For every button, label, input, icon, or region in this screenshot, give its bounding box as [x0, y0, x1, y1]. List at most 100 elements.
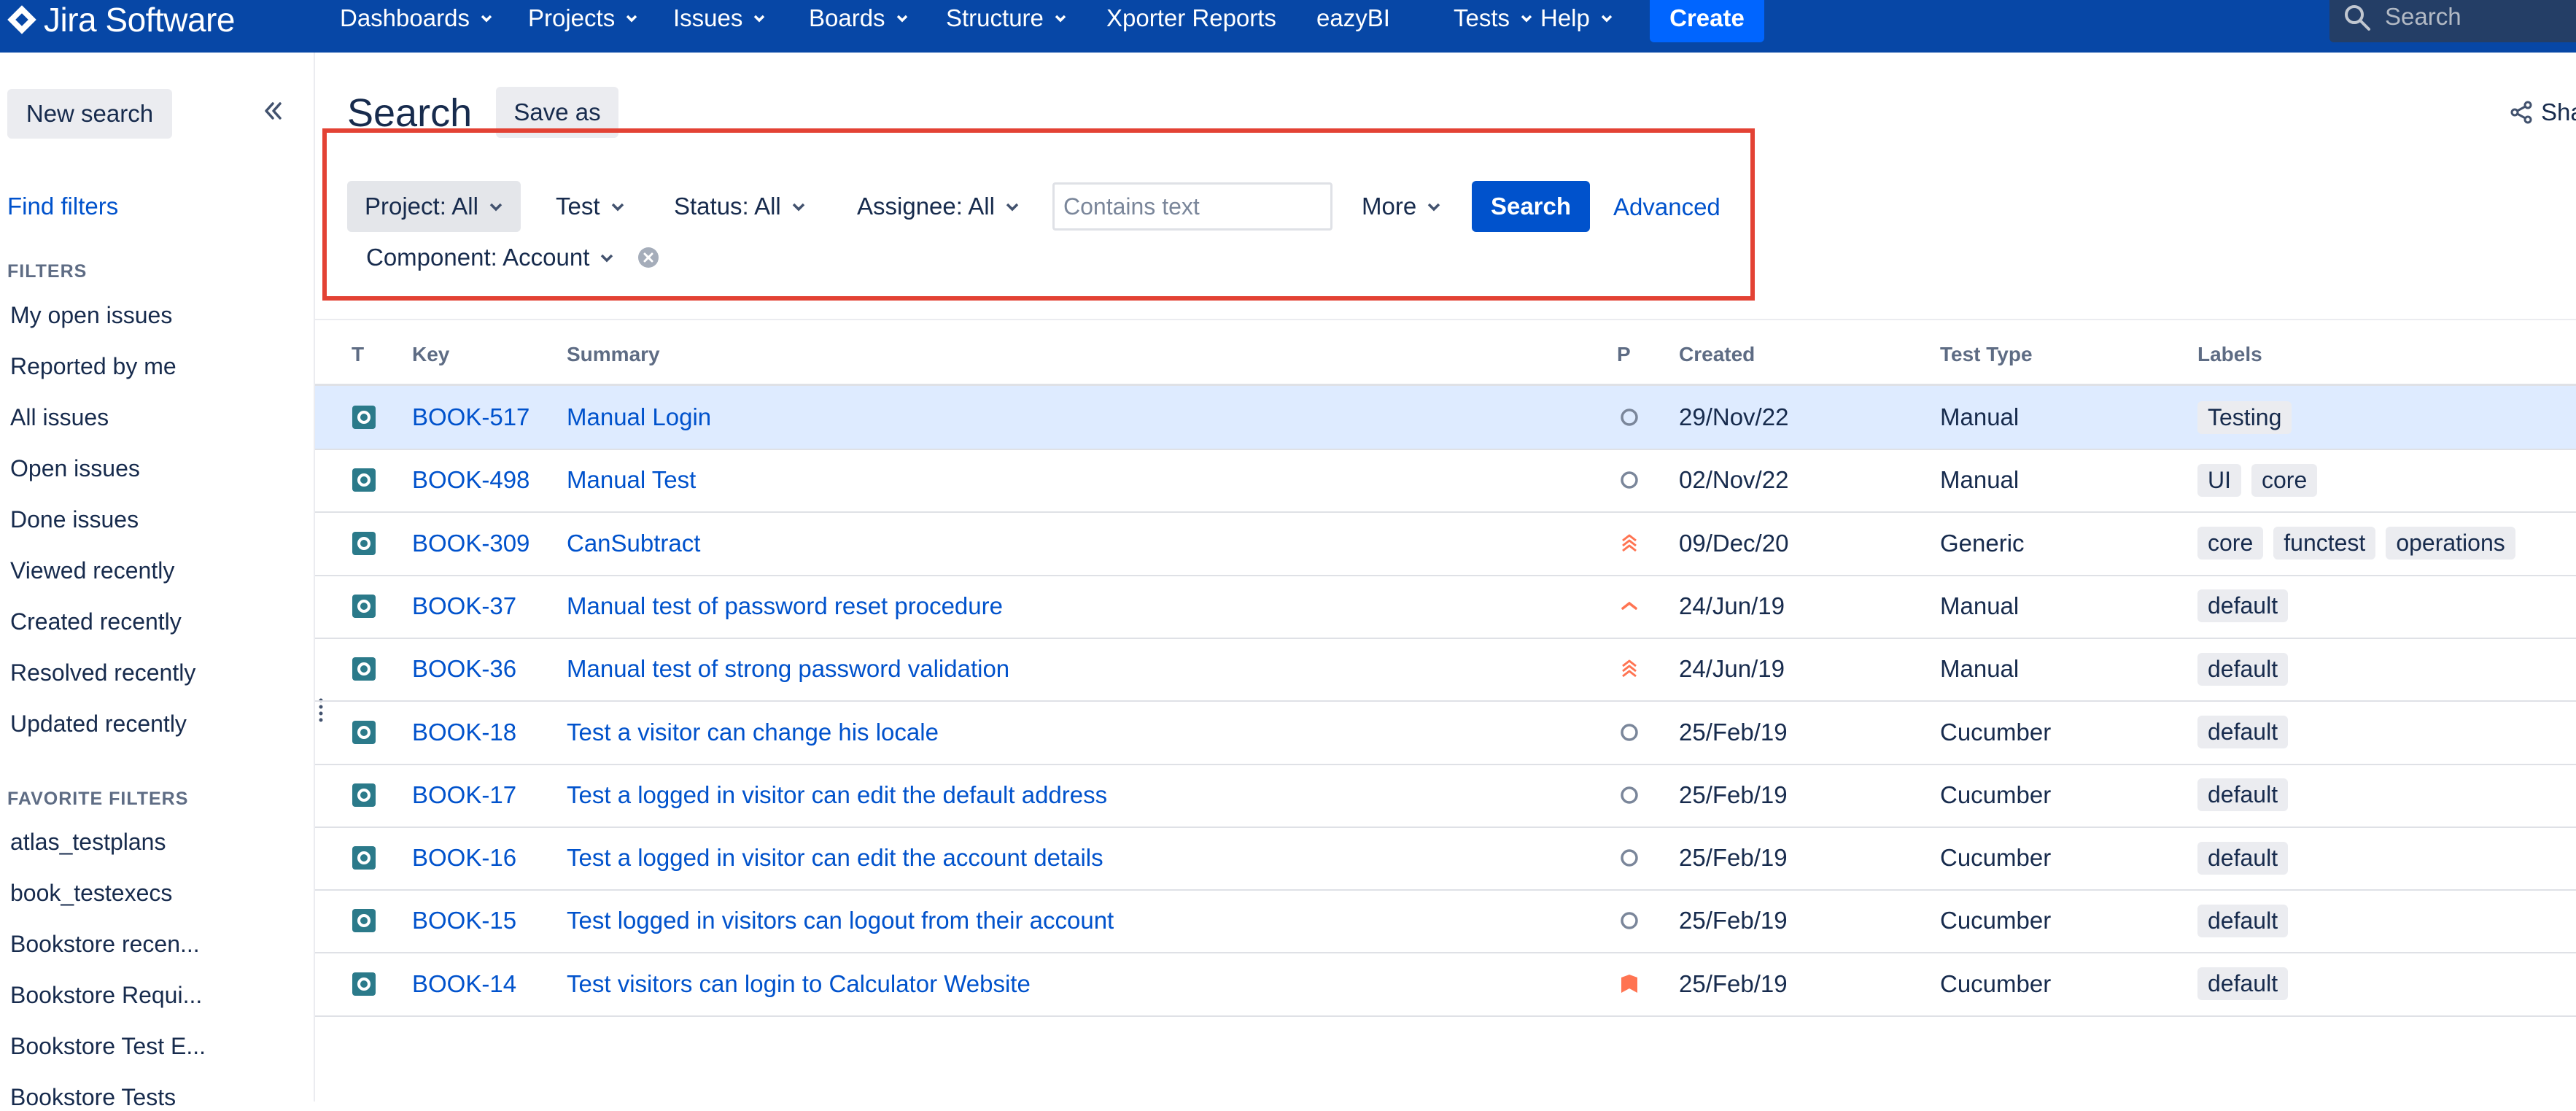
find-filters-link[interactable]: Find filters: [7, 193, 118, 220]
clear-filter-icon[interactable]: [637, 247, 659, 268]
issue-key-link[interactable]: BOOK-517: [412, 386, 529, 449]
sidebar-filter-link[interactable]: Viewed recently: [10, 557, 174, 584]
sidebar-filter-link[interactable]: Reported by me: [10, 353, 176, 380]
jira-logo[interactable]: Jira Software: [6, 0, 235, 39]
nav-xporter-reports[interactable]: Xporter Reports: [1106, 0, 1276, 36]
label-tag[interactable]: default: [2197, 716, 2289, 748]
table-row[interactable]: BOOK-17 Test a logged in visitor can edit…: [315, 764, 2576, 828]
label-tag[interactable]: default: [2197, 841, 2289, 875]
issue-summary-link[interactable]: Manual test of password reset procedure: [567, 575, 1003, 638]
table-row[interactable]: BOOK-15 Test logged in visitors can logou…: [315, 889, 2576, 954]
table-row[interactable]: BOOK-18 Test a visitor can change his loc…: [315, 701, 2576, 765]
test-issue-type-icon: [352, 972, 376, 996]
create-button[interactable]: Create: [1650, 0, 1764, 42]
sidebar-filter-link[interactable]: Resolved recently: [10, 659, 195, 686]
label-tag[interactable]: default: [2197, 652, 2289, 686]
sidebar-filter-link[interactable]: All issues: [10, 404, 109, 431]
status-filter[interactable]: Status: All: [674, 181, 806, 232]
sidebar-filter-link[interactable]: Open issues: [10, 455, 140, 482]
sidebar-filter-link[interactable]: My open issues: [10, 302, 172, 329]
test-type-value: Cucumber: [1940, 718, 2052, 746]
more-filter[interactable]: More: [1362, 181, 1441, 232]
label-tag[interactable]: Testing: [2197, 400, 2292, 434]
column-header-key[interactable]: Key: [412, 343, 449, 366]
issue-key-link[interactable]: BOOK-17: [412, 764, 516, 827]
column-header-summary[interactable]: Summary: [567, 343, 660, 366]
nav-boards[interactable]: Boards: [809, 0, 909, 36]
sidebar-favorite-link[interactable]: Bookstore Requi...: [10, 982, 202, 1009]
issue-summary-link[interactable]: Test a logged in visitor can edit the ac…: [567, 827, 1103, 889]
new-search-button[interactable]: New search: [7, 89, 172, 139]
column-header-test-type[interactable]: Test Type: [1940, 343, 2033, 366]
advanced-search-link[interactable]: Advanced: [1613, 193, 1720, 221]
sidebar-filter-link[interactable]: Created recently: [10, 608, 182, 635]
issue-key-link[interactable]: BOOK-37: [412, 575, 516, 638]
assignee-filter[interactable]: Assignee: All: [857, 181, 1020, 232]
label-tag[interactable]: core: [2197, 527, 2264, 560]
issue-key-link[interactable]: BOOK-16: [412, 827, 516, 889]
column-header-labels[interactable]: Labels: [2197, 343, 2262, 366]
nav-projects[interactable]: Projects: [528, 0, 638, 36]
column-header-type[interactable]: T: [352, 343, 364, 366]
share-button[interactable]: Sha: [2509, 98, 2576, 126]
table-row[interactable]: BOOK-36 Manual test of strong password va…: [315, 638, 2576, 702]
issue-summary-link[interactable]: Test a visitor can change his locale: [567, 701, 939, 764]
column-header-priority[interactable]: P: [1617, 343, 1631, 366]
issue-summary-link[interactable]: Manual Test: [567, 449, 696, 511]
issue-key-link[interactable]: BOOK-498: [412, 449, 529, 511]
issue-key-link[interactable]: BOOK-14: [412, 953, 516, 1015]
test-issue-type-icon: [352, 909, 376, 933]
label-tag[interactable]: default: [2197, 778, 2289, 812]
table-row[interactable]: BOOK-309 CanSubtract 09/Dec/20 Generic core f…: [315, 512, 2576, 576]
table-row[interactable]: BOOK-14 Test visitors can login to Calcul…: [315, 953, 2576, 1017]
column-header-created[interactable]: Created: [1679, 343, 1755, 366]
contains-text-input[interactable]: [1052, 182, 1332, 231]
nav-dashboards[interactable]: Dashboards: [340, 0, 493, 36]
chevron-down-icon: [1006, 203, 1019, 211]
issue-summary-link[interactable]: Test visitors can login to Calculator We…: [567, 953, 1031, 1015]
issue-key-link[interactable]: BOOK-18: [412, 701, 516, 764]
table-row[interactable]: BOOK-517 Manual Login 29/Nov/22 Manual Testi…: [315, 386, 2576, 450]
more-filter-label: More: [1362, 193, 1417, 220]
search-button[interactable]: Search: [1472, 181, 1590, 232]
label-tag[interactable]: default: [2197, 967, 2289, 1001]
collapse-sidebar-icon[interactable]: [260, 98, 286, 124]
label-tag[interactable]: default: [2197, 904, 2289, 937]
label-tag[interactable]: functest: [2273, 527, 2376, 560]
sidebar-filter-link[interactable]: Done issues: [10, 506, 139, 533]
sidebar-favorite-link[interactable]: book_testexecs: [10, 880, 172, 907]
issue-summary-link[interactable]: CanSubtract: [567, 512, 700, 575]
nav-tests[interactable]: Tests: [1454, 0, 1533, 36]
type-filter[interactable]: Test: [556, 181, 625, 232]
table-row[interactable]: BOOK-37 Manual test of password reset pro…: [315, 575, 2576, 639]
chevron-down-icon: [1055, 15, 1066, 23]
nav-eazybi[interactable]: eazyBI: [1316, 0, 1390, 36]
sidebar-filter-link[interactable]: Updated recently: [10, 711, 187, 738]
issue-key-link[interactable]: BOOK-15: [412, 889, 516, 952]
issue-key-link[interactable]: BOOK-36: [412, 638, 516, 700]
issue-summary-link[interactable]: Test logged in visitors can logout from …: [567, 889, 1114, 952]
label-tag[interactable]: operations: [2386, 527, 2515, 560]
sidebar-favorite-link[interactable]: Bookstore recen...: [10, 931, 200, 958]
chevron-down-icon: [489, 203, 503, 211]
issue-summary-link[interactable]: Manual test of strong password validatio…: [567, 638, 1009, 700]
table-row[interactable]: BOOK-16 Test a logged in visitor can edit…: [315, 827, 2576, 891]
issue-summary-link[interactable]: Manual Login: [567, 386, 711, 449]
project-filter[interactable]: Project: All: [347, 181, 521, 232]
global-search[interactable]: [2329, 0, 2576, 42]
test-type-value: Cucumber: [1940, 844, 2052, 872]
sidebar-favorite-link[interactable]: Bookstore Test E...: [10, 1033, 206, 1060]
component-filter[interactable]: Component: Account: [366, 232, 614, 283]
nav-issues[interactable]: Issues: [673, 0, 766, 36]
sidebar-favorite-link[interactable]: atlas_testplans: [10, 829, 166, 856]
issue-summary-link[interactable]: Test a logged in visitor can edit the de…: [567, 764, 1107, 827]
label-tag[interactable]: default: [2197, 589, 2289, 623]
sidebar-favorite-link[interactable]: Bookstore Tests: [10, 1084, 176, 1111]
nav-structure[interactable]: Structure: [946, 0, 1067, 36]
label-tag[interactable]: UI: [2197, 463, 2241, 497]
table-row[interactable]: BOOK-498 Manual Test 02/Nov/22 Manual UI core: [315, 449, 2576, 514]
issue-key-link[interactable]: BOOK-309: [412, 512, 529, 575]
label-tag[interactable]: core: [2251, 463, 2318, 497]
nav-help[interactable]: Help: [1540, 0, 1613, 36]
global-search-input[interactable]: [2383, 0, 2569, 34]
